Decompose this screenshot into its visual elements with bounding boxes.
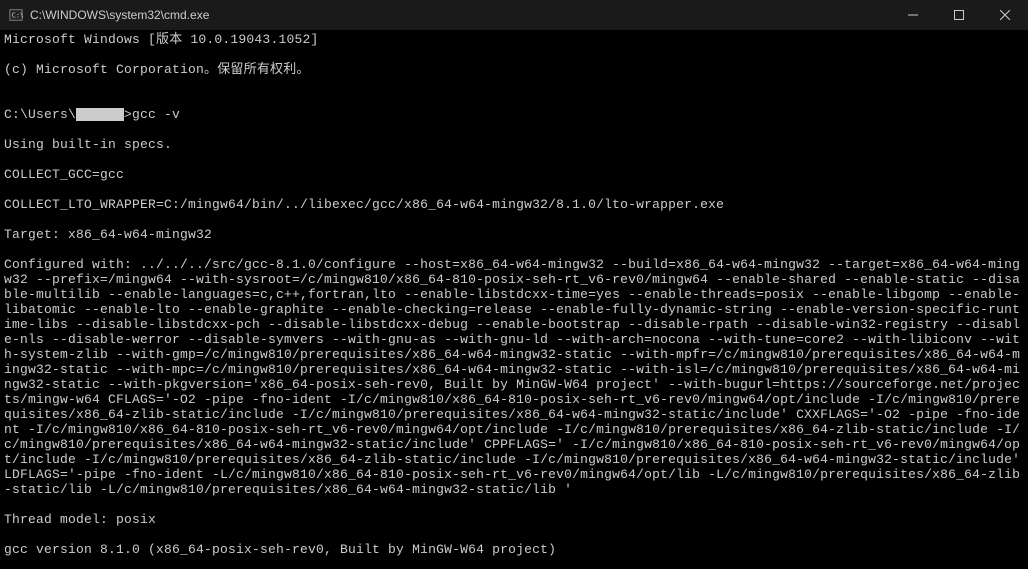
output-line: gcc version 8.1.0 (x86_64-posix-seh-rev0… [4,542,1024,557]
terminal-output[interactable]: Microsoft Windows [版本 10.0.19043.1052] (… [0,30,1028,569]
prompt-prefix: C:\Users\ [4,107,76,122]
window-controls [890,0,1028,30]
cmd-window: C:\ C:\WINDOWS\system32\cmd.exe Microsof… [0,0,1028,569]
redacted-username [76,108,124,121]
output-line: COLLECT_GCC=gcc [4,167,1024,182]
svg-text:C:\: C:\ [12,12,23,20]
maximize-button[interactable] [936,0,982,30]
prompt-command: >gcc -v [124,107,180,122]
output-line: Target: x86_64-w64-mingw32 [4,227,1024,242]
titlebar[interactable]: C:\ C:\WINDOWS\system32\cmd.exe [0,0,1028,30]
output-line: Microsoft Windows [版本 10.0.19043.1052] [4,32,1024,47]
output-line: Thread model: posix [4,512,1024,527]
minimize-button[interactable] [890,0,936,30]
window-title: C:\WINDOWS\system32\cmd.exe [30,8,209,22]
output-line: (c) Microsoft Corporation。保留所有权利。 [4,62,1024,77]
output-line: Configured with: ../../../src/gcc-8.1.0/… [4,257,1024,497]
prompt-line: C:\Users\ >gcc -v [4,107,1024,122]
close-button[interactable] [982,0,1028,30]
cmd-icon: C:\ [8,7,24,23]
titlebar-left: C:\ C:\WINDOWS\system32\cmd.exe [0,7,209,23]
output-line: Using built-in specs. [4,137,1024,152]
output-line: COLLECT_LTO_WRAPPER=C:/mingw64/bin/../li… [4,197,1024,212]
